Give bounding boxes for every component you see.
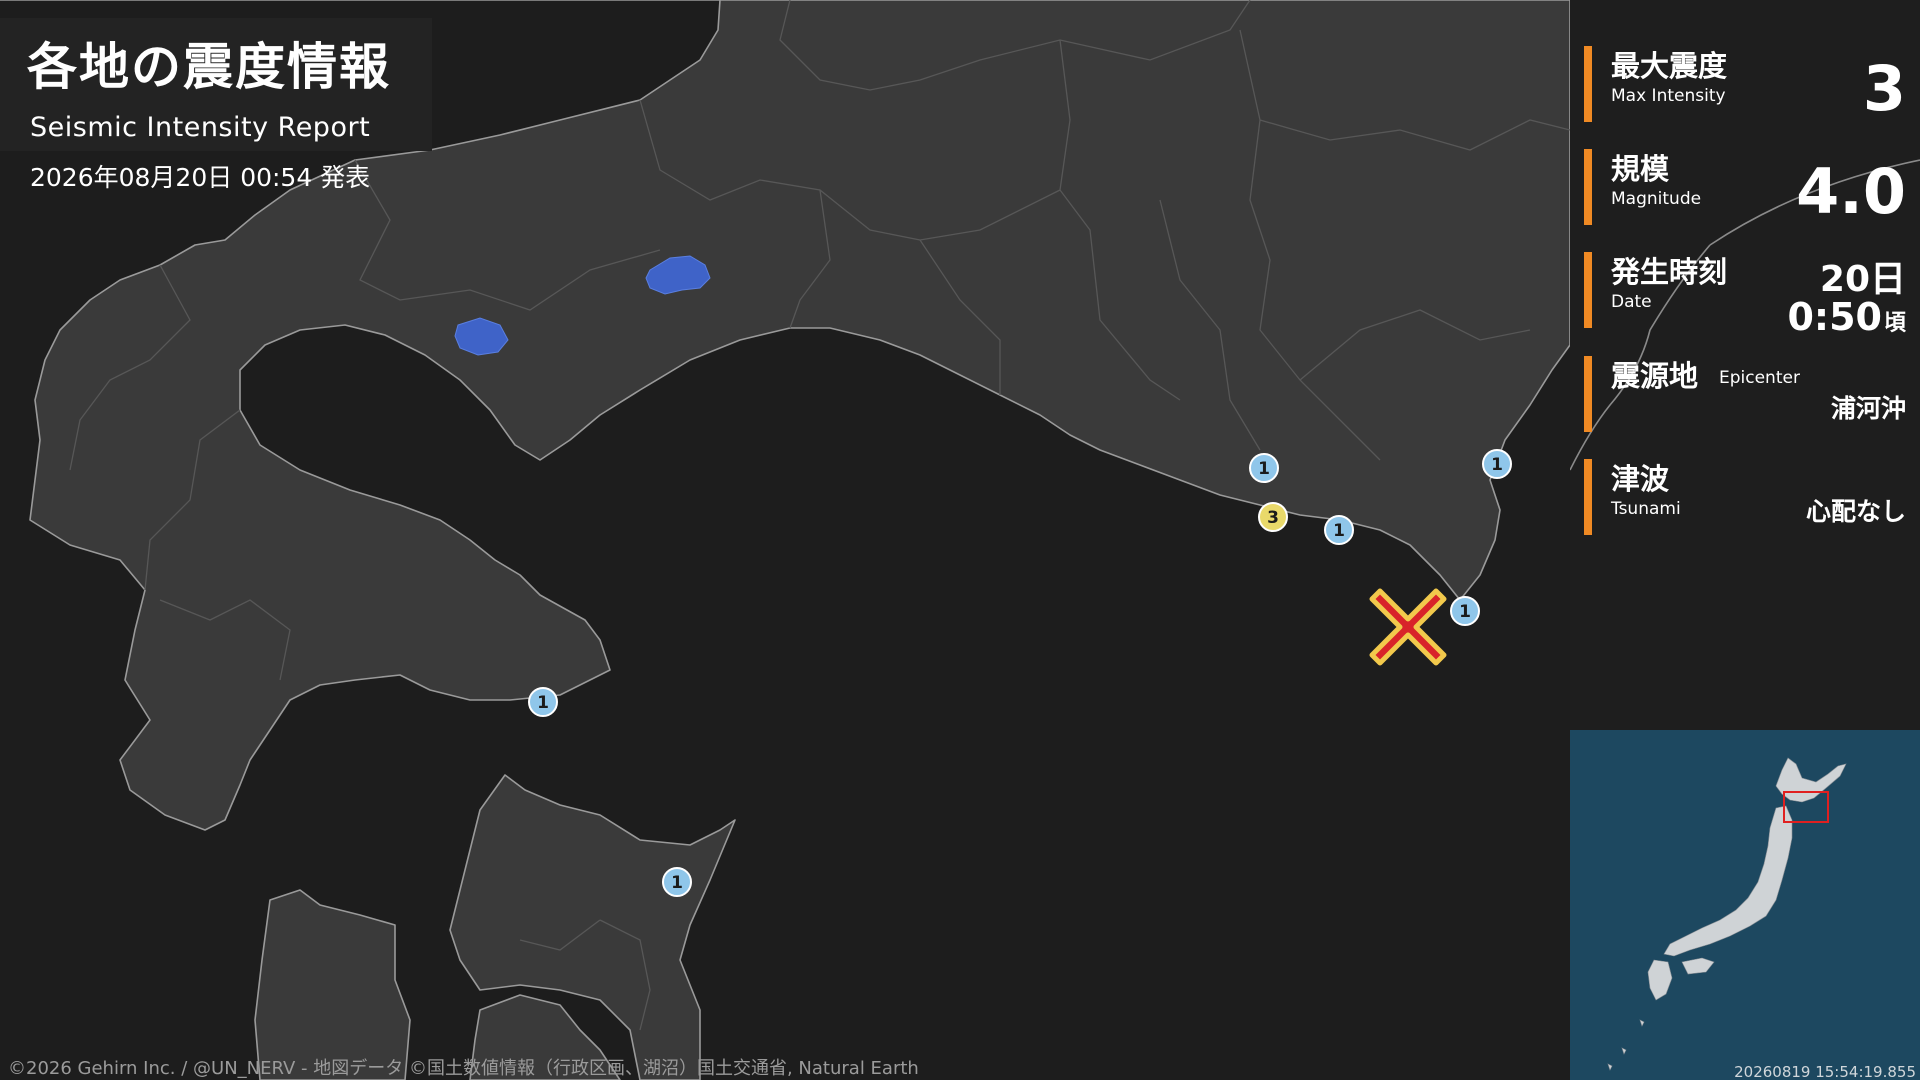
station-intensity-label: 1 [1491, 455, 1503, 475]
overview-islands [1607, 1019, 1645, 1071]
accent-bar [1584, 459, 1592, 535]
station-marker[interactable]: 1 [1248, 452, 1280, 484]
station-intensity-label: 1 [1333, 521, 1345, 541]
magnitude-label: 規模 [1611, 152, 1670, 186]
tsunami-label: 津波 [1611, 462, 1670, 496]
date-time-suffix: 頃 [1883, 311, 1906, 336]
accent-bar [1584, 149, 1592, 225]
date-time-value: 0:50頃 [1787, 298, 1906, 336]
station-marker[interactable]: 1 [527, 686, 559, 718]
date-row: 発生時刻 Date 20日 0:50頃 [1584, 252, 1920, 336]
magnitude-label-en: Magnitude [1611, 189, 1702, 209]
epicenter-row: 震源地 Epicenter 浦河沖 [1584, 356, 1920, 432]
date-label-en: Date [1611, 292, 1652, 312]
max-intensity-row: 最大震度 Max Intensity 3 [1584, 46, 1920, 122]
overview-timestamp: 20260819 15:54:19.855 [1734, 1063, 1916, 1080]
station-intensity-label: 1 [1258, 459, 1270, 479]
title-card: 各地の震度情報 Seismic Intensity Report [0, 18, 432, 151]
max-intensity-value: 3 [1862, 52, 1906, 125]
japan-overview [1607, 757, 1847, 1071]
info-panel: 最大震度 Max Intensity 3 規模 Magnitude 4.0 発生… [1570, 0, 1920, 730]
station-marker[interactable]: 3 [1257, 501, 1289, 533]
accent-bar [1584, 46, 1592, 122]
tsunami-value: 心配なし [1805, 497, 1906, 526]
seismic-report-screen: 1 3 1 1 1 1 1 1 各地の震度情報 Seismic Intensit… [0, 0, 1920, 1080]
tsunami-row: 津波 Tsunami 心配なし [1584, 459, 1920, 535]
max-intensity-label: 最大震度 [1611, 49, 1728, 83]
magnitude-value: 4.0 [1796, 155, 1906, 228]
station-intensity-label: 1 [671, 873, 683, 893]
station-intensity-label: 1 [1459, 602, 1471, 622]
station-marker[interactable]: 1 [661, 866, 693, 898]
date-day-value: 20日 [1819, 259, 1906, 300]
epicenter-x-mark-icon [1369, 588, 1447, 666]
overview-shikoku [1681, 957, 1715, 975]
tsugaru-landmass [254, 889, 411, 1080]
page-title: 各地の震度情報 [27, 38, 391, 96]
magnitude-row: 規模 Magnitude 4.0 [1584, 149, 1920, 225]
accent-bar [1584, 356, 1592, 432]
station-marker[interactable]: 1 [1449, 595, 1481, 627]
issued-timestamp: 2026年08月20日 00:54 発表 [30, 163, 371, 192]
station-intensity-label: 1 [537, 693, 549, 713]
station-marker[interactable]: 1 [1323, 514, 1355, 546]
station-intensity-label: 3 [1267, 508, 1279, 528]
date-label: 発生時刻 [1611, 255, 1728, 289]
max-intensity-label-en: Max Intensity [1611, 86, 1726, 106]
date-time: 0:50 [1787, 295, 1882, 339]
epicenter-value: 浦河沖 [1830, 394, 1906, 423]
epicenter-label-en: Epicenter [1719, 368, 1800, 388]
page-subtitle: Seismic Intensity Report [30, 112, 371, 143]
overview-honshu [1663, 805, 1793, 957]
epicenter-label: 震源地 [1611, 359, 1699, 393]
map-credit: ©2026 Gehirn Inc. / @UN_NERV - 地図データ ©国土… [8, 1058, 919, 1080]
overview-hokkaido [1775, 757, 1847, 803]
station-marker[interactable]: 1 [1481, 448, 1513, 480]
overview-map: 20260819 15:54:19.855 [1570, 730, 1920, 1080]
overview-kyushu [1647, 959, 1673, 1001]
accent-bar [1584, 252, 1592, 328]
tsunami-label-en: Tsunami [1611, 499, 1681, 519]
